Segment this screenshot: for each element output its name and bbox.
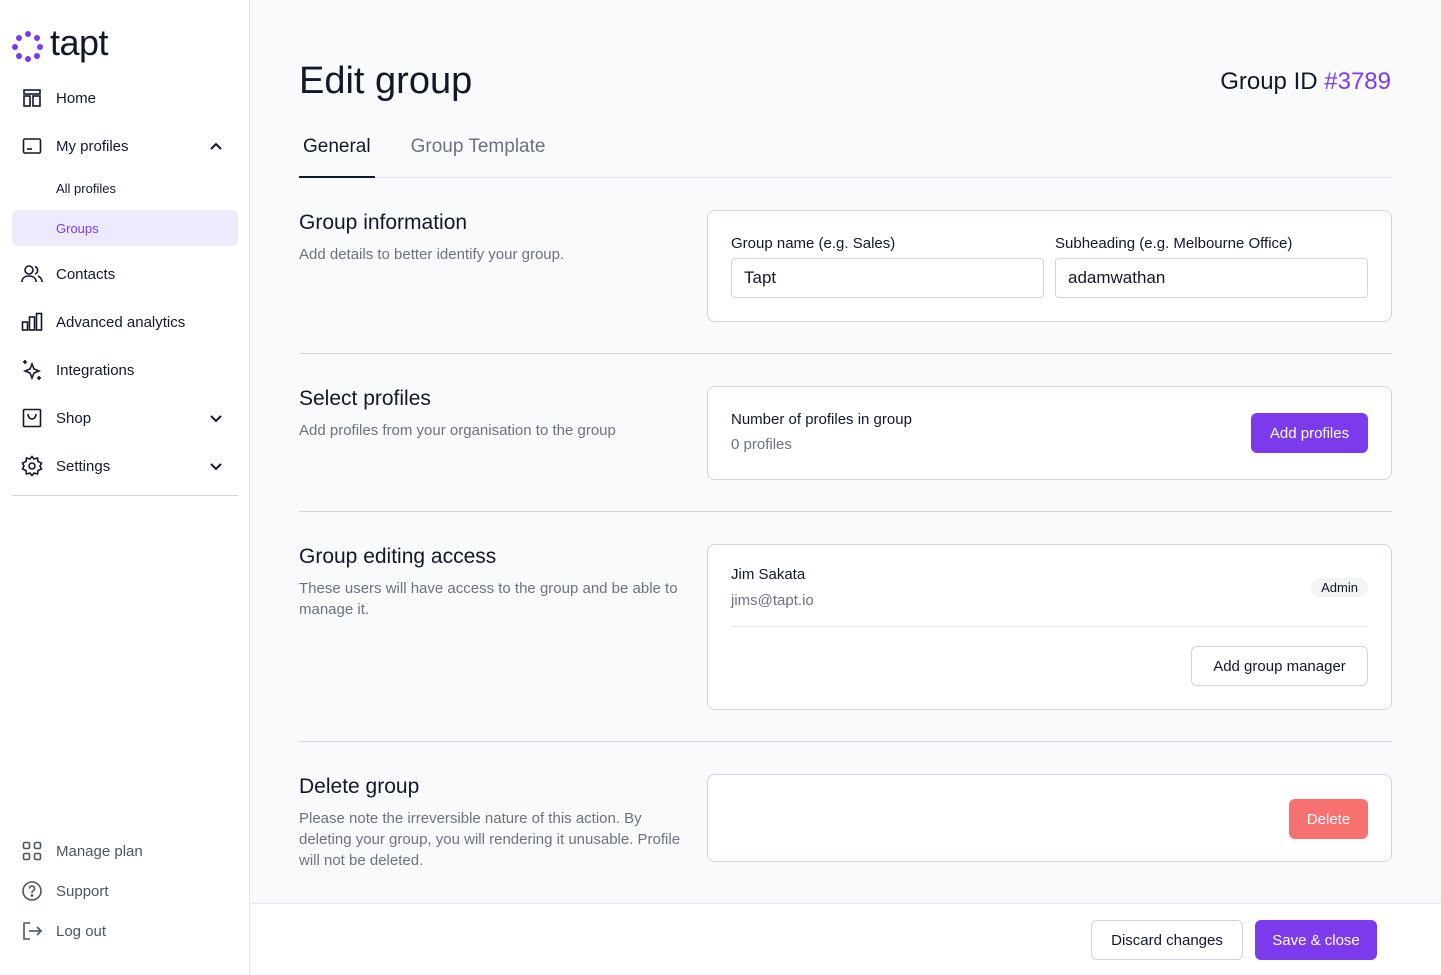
sidebar-item-label: Integrations: [56, 361, 135, 379]
sidebar-divider: [12, 495, 238, 496]
sidebar-item-label: Advanced analytics: [56, 313, 186, 331]
sidebar-item-contacts[interactable]: Contacts: [12, 250, 238, 298]
editing-access-card: Jim Sakata jims@tapt.io Admin Add group …: [707, 544, 1392, 710]
sparkle-icon: [20, 358, 44, 382]
add-profiles-button[interactable]: Add profiles: [1251, 413, 1368, 453]
editing-access-title: Group editing access: [299, 545, 497, 568]
sidebar-item-shop[interactable]: Shop: [12, 394, 238, 442]
tab-bar: General Group Template: [299, 132, 1392, 178]
profiles-count-value: 0 profiles: [731, 436, 792, 453]
profile-card-icon: [20, 134, 44, 158]
tapt-logo[interactable]: tapt: [12, 25, 109, 62]
contacts-icon: [20, 262, 44, 286]
sidebar-item-my-profiles[interactable]: My profiles: [12, 122, 238, 170]
section-divider: [299, 353, 1392, 354]
grid-icon: [20, 839, 44, 863]
section-divider: [299, 741, 1392, 742]
subheading-input[interactable]: [1055, 258, 1368, 298]
sidebar: tapt Home My profiles All profiles Group…: [0, 0, 250, 975]
help-icon: [20, 879, 44, 903]
sidebar-item-label: Manage plan: [56, 842, 143, 860]
page-title: Edit group: [299, 60, 473, 102]
sidebar-item-manage-plan[interactable]: Manage plan: [12, 831, 238, 871]
sidebar-item-label: Settings: [56, 457, 111, 475]
group-id-label: Group ID: [1220, 68, 1318, 95]
shopping-bag-icon: [20, 406, 44, 430]
main-content: Edit group Group ID #3789 General Group …: [251, 0, 1441, 903]
add-group-manager-button[interactable]: Add group manager: [1191, 646, 1368, 686]
discard-changes-button[interactable]: Discard changes: [1091, 920, 1243, 960]
sidebar-item-advanced-analytics[interactable]: Advanced analytics: [12, 298, 238, 346]
sidebar-item-label: Shop: [56, 409, 92, 427]
tab-group-template[interactable]: Group Template: [407, 132, 550, 178]
group-id: Group ID #3789: [1220, 68, 1391, 96]
sidebar-subitem-groups[interactable]: Groups: [12, 210, 238, 246]
delete-group-description: Please note the irreversible nature of t…: [299, 810, 681, 869]
sidebar-item-label: My profiles: [56, 137, 129, 155]
sidebar-item-label: Contacts: [56, 265, 116, 283]
logout-icon: [20, 919, 44, 943]
delete-button[interactable]: Delete: [1289, 799, 1368, 839]
footer-bar: Discard changes Save & close: [251, 903, 1441, 975]
chevron-down-icon[interactable]: [206, 456, 226, 476]
sidebar-item-integrations[interactable]: Integrations: [12, 346, 238, 394]
manager-email: jims@tapt.io: [731, 592, 814, 609]
subheading-label: Subheading (e.g. Melbourne Office): [1055, 235, 1293, 252]
group-name-label: Group name (e.g. Sales): [731, 235, 896, 252]
sidebar-item-settings[interactable]: Settings: [12, 442, 238, 490]
logo-text: tapt: [50, 22, 109, 63]
sidebar-item-support[interactable]: Support: [12, 871, 238, 911]
delete-group-card: Delete: [707, 774, 1392, 862]
editing-access-description: These users will have access to the grou…: [299, 580, 678, 618]
group-name-input[interactable]: [731, 258, 1044, 298]
select-profiles-card: Number of profiles in group 0 profiles A…: [707, 386, 1392, 480]
sidebar-item-label: Home: [56, 89, 97, 107]
role-badge: Admin: [1311, 578, 1368, 597]
sidebar-item-log-out[interactable]: Log out: [12, 911, 238, 951]
save-close-button[interactable]: Save & close: [1255, 920, 1377, 960]
sidebar-item-label: Support: [56, 882, 109, 900]
chevron-up-icon[interactable]: [206, 136, 226, 156]
sidebar-nav: Home My profiles All profiles Groups Con…: [12, 74, 238, 490]
profiles-count-label: Number of profiles in group: [731, 411, 912, 428]
logo-dots-icon: [12, 30, 44, 62]
select-profiles-description: Add profiles from your organisation to t…: [299, 422, 616, 439]
gear-icon: [20, 454, 44, 478]
manager-name: Jim Sakata: [731, 566, 806, 583]
section-divider: [299, 511, 1392, 512]
group-id-value: #3789: [1324, 68, 1391, 95]
select-profiles-title: Select profiles: [299, 387, 431, 410]
sidebar-bottom-nav: Manage plan Support Log out: [12, 831, 238, 951]
sidebar-item-home[interactable]: Home: [12, 74, 238, 122]
tab-general[interactable]: General: [299, 132, 375, 178]
group-info-description: Add details to better identify your grou…: [299, 246, 565, 263]
delete-group-title: Delete group: [299, 775, 420, 798]
chevron-down-icon[interactable]: [206, 408, 226, 428]
group-info-card: Group name (e.g. Sales) Subheading (e.g.…: [707, 210, 1392, 322]
card-divider: [731, 626, 1368, 627]
sidebar-subitem-all-profiles[interactable]: All profiles: [12, 170, 238, 206]
sidebar-item-label: Log out: [56, 922, 107, 940]
home-icon: [20, 86, 44, 110]
analytics-icon: [20, 310, 44, 334]
group-info-title: Group information: [299, 211, 468, 234]
